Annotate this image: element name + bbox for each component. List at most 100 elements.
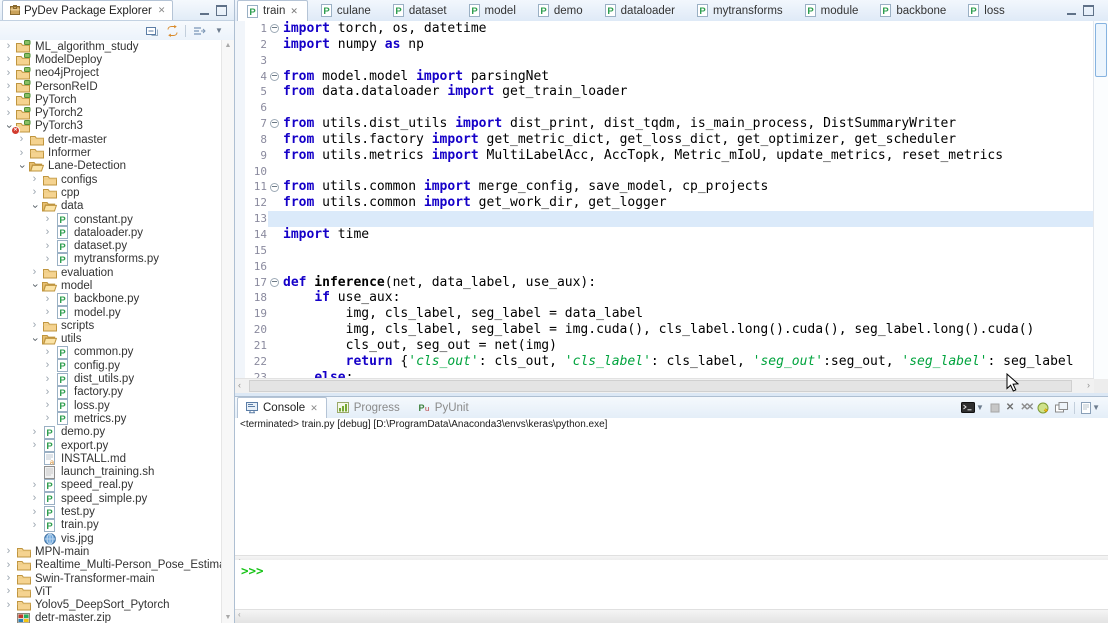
tab-dataset[interactable]: Pdataset	[384, 0, 456, 21]
code-line[interactable]: 2import numpy as np	[235, 37, 1094, 53]
tree-item-constant-py[interactable]: ›Pconstant.py	[0, 213, 222, 226]
code-line[interactable]: 16	[235, 259, 1094, 275]
tree-item-export-py[interactable]: ›Pexport.py	[0, 439, 222, 452]
fold-marker-icon[interactable]	[268, 116, 281, 132]
code-text[interactable]: img, cls_label, seg_label = data_label	[281, 306, 1094, 322]
fold-marker-icon[interactable]	[268, 275, 281, 291]
tree-item-detr-master[interactable]: ›detr-master	[0, 133, 222, 146]
tab-progress[interactable]: Progress	[329, 397, 408, 418]
chevron-right-icon[interactable]: ›	[28, 267, 41, 278]
code-text[interactable]	[281, 211, 1094, 227]
close-icon[interactable]: ✕	[290, 6, 298, 17]
chevron-right-icon[interactable]: ›	[2, 108, 15, 119]
link-with-editor-button[interactable]	[165, 23, 179, 38]
code-line[interactable]: 12from utils.common import get_work_dir,…	[235, 195, 1094, 211]
chevron-right-icon[interactable]: ›	[41, 254, 54, 265]
code-text[interactable]: from utils.factory import get_metric_dic…	[281, 132, 1094, 148]
fold-marker-icon[interactable]	[268, 179, 281, 195]
tree-item-model[interactable]: ›model	[0, 279, 222, 292]
code-text[interactable]	[281, 259, 1094, 275]
code-editor[interactable]: 1import torch, os, datetime2import numpy…	[235, 21, 1094, 379]
code-text[interactable]: cls_out, seg_out = net(img)	[281, 338, 1094, 354]
code-line[interactable]: 4from model.model import parsingNet	[235, 69, 1094, 85]
minimize-icon[interactable]	[200, 6, 209, 15]
code-text[interactable]: def inference(net, data_label, use_aux):	[281, 275, 1094, 291]
explorer-scrollbar[interactable]: ▲ ▼	[221, 40, 234, 623]
tree-item-modeldeploy[interactable]: ›ModelDeploy	[0, 53, 222, 66]
chevron-down-icon[interactable]: ›	[16, 160, 27, 173]
chevron-right-icon[interactable]: ›	[28, 427, 41, 438]
tree-item-factory-py[interactable]: ›Pfactory.py	[0, 386, 222, 399]
scroll-down-icon[interactable]: ▼	[222, 614, 234, 621]
chevron-right-icon[interactable]: ›	[28, 520, 41, 531]
tree-item-demo-py[interactable]: ›Pdemo.py	[0, 426, 222, 439]
code-line[interactable]: 22 return {'cls_out': cls_out, 'cls_labe…	[235, 354, 1094, 370]
tree-item-neo4jproject[interactable]: ›neo4jProject	[0, 67, 222, 80]
tree-item-informer[interactable]: ›Informer	[0, 146, 222, 159]
maximize-icon[interactable]	[216, 5, 227, 16]
tree-item-detr-master-zip[interactable]: detr-master.zip	[0, 612, 222, 623]
close-icon[interactable]: ✕	[158, 5, 166, 16]
chevron-right-icon[interactable]: ›	[41, 241, 54, 252]
chevron-right-icon[interactable]: ›	[2, 573, 15, 584]
console-prompt[interactable]: >>>	[235, 560, 1108, 610]
console-output[interactable]	[235, 434, 1108, 556]
tree-item-model-py[interactable]: ›Pmodel.py	[0, 306, 222, 319]
code-line[interactable]: 7from utils.dist_utils import dist_print…	[235, 116, 1094, 132]
chevron-right-icon[interactable]: ›	[2, 41, 15, 52]
tab-backbone[interactable]: Pbackbone	[871, 0, 955, 21]
chevron-right-icon[interactable]: ›	[41, 374, 54, 385]
fold-marker-icon[interactable]	[268, 69, 281, 85]
code-line[interactable]: 3	[235, 53, 1094, 69]
tree-item-swin-transformer-main[interactable]: ›Swin-Transformer-main	[0, 572, 222, 585]
code-line[interactable]: 14import time	[235, 227, 1094, 243]
code-line[interactable]: 6	[235, 100, 1094, 116]
code-line[interactable]: 13	[235, 211, 1094, 227]
tab-pydev-package-explorer[interactable]: PyDev Package Explorer ✕	[2, 0, 173, 20]
maximize-icon[interactable]	[1083, 5, 1094, 16]
code-line[interactable]: 11from utils.common import merge_config,…	[235, 179, 1094, 195]
code-text[interactable]: if use_aux:	[281, 290, 1094, 306]
tree-item-dataloader-py[interactable]: ›Pdataloader.py	[0, 226, 222, 239]
code-line[interactable]: 8from utils.factory import get_metric_di…	[235, 132, 1094, 148]
chevron-right-icon[interactable]: ›	[28, 480, 41, 491]
tab-mytransforms[interactable]: Pmytransforms	[688, 0, 792, 21]
code-line[interactable]: 10	[235, 164, 1094, 180]
pin-console-button[interactable]	[1055, 402, 1068, 413]
tree-item-dist-utils-py[interactable]: ›Pdist_utils.py	[0, 372, 222, 385]
open-console-button[interactable]: ▼	[1081, 402, 1100, 414]
tab-train[interactable]: Ptrain✕	[237, 0, 308, 21]
chevron-right-icon[interactable]: ›	[2, 94, 15, 105]
tree-item-cpp[interactable]: ›cpp	[0, 186, 222, 199]
editor-vertical-scrollbar[interactable]	[1093, 21, 1108, 379]
tree-item-mytransforms-py[interactable]: ›Pmytransforms.py	[0, 253, 222, 266]
tree-item-install-md[interactable]: aINSTALL.md	[0, 452, 222, 465]
filters-button[interactable]	[192, 23, 206, 38]
tree-item-dataset-py[interactable]: ›Pdataset.py	[0, 239, 222, 252]
tree-item-configs[interactable]: ›configs	[0, 173, 222, 186]
code-text[interactable]: import numpy as np	[281, 37, 1094, 53]
chevron-right-icon[interactable]: ›	[28, 507, 41, 518]
code-text[interactable]	[281, 164, 1094, 180]
chevron-right-icon[interactable]: ›	[41, 307, 54, 318]
tree-item-launch-training-sh[interactable]: launch_training.sh	[0, 466, 222, 479]
remove-all-launches-button[interactable]: ✕✕	[1020, 403, 1031, 413]
tree-item-config-py[interactable]: ›Pconfig.py	[0, 359, 222, 372]
chevron-right-icon[interactable]: ›	[2, 546, 15, 557]
tree-item-pytorch[interactable]: ›PyTorch	[0, 93, 222, 106]
code-text[interactable]: from model.model import parsingNet	[281, 69, 1094, 85]
chevron-right-icon[interactable]: ›	[41, 227, 54, 238]
chevron-right-icon[interactable]: ›	[28, 174, 41, 185]
code-text[interactable]: import torch, os, datetime	[281, 21, 1094, 37]
scrollbar-thumb[interactable]	[249, 380, 1072, 392]
tree-item-vit[interactable]: ›ViT	[0, 585, 222, 598]
tree-item-test-py[interactable]: ›Ptest.py	[0, 505, 222, 518]
tree-item-vis-jpg[interactable]: vis.jpg	[0, 532, 222, 545]
tab-console[interactable]: Console✕	[237, 397, 327, 418]
chevron-right-icon[interactable]: ›	[2, 560, 15, 571]
chevron-right-icon[interactable]: ›	[28, 320, 41, 331]
chevron-right-icon[interactable]: ›	[2, 81, 15, 92]
scroll-up-icon[interactable]: ▲	[222, 42, 234, 49]
tab-dataloader[interactable]: Pdataloader	[596, 0, 684, 21]
chevron-right-icon[interactable]: ›	[2, 68, 15, 79]
